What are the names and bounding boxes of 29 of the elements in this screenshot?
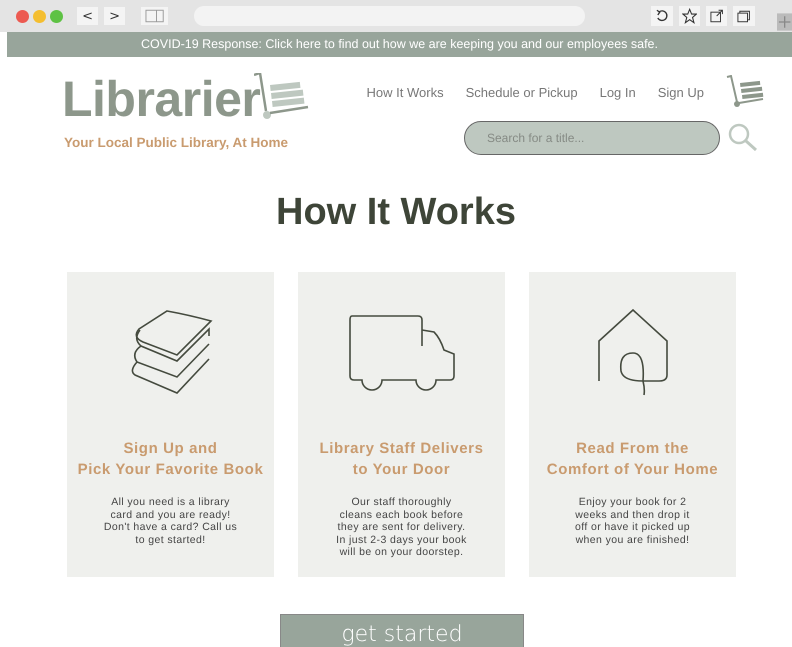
new-tab-icon[interactable] (776, 13, 792, 31)
close-window-icon[interactable] (16, 10, 29, 22)
tabs-icon[interactable] (733, 6, 755, 26)
reload-icon[interactable] (651, 6, 673, 26)
step-title: Read From the Comfort of Your Home (546, 439, 718, 480)
nav-link[interactable]: Sign Up (658, 84, 704, 100)
search-icon[interactable] (728, 123, 758, 153)
step-description: All you need is a library card and you are ready! Don't have a card? Call us to get started! (104, 496, 238, 546)
share-icon[interactable] (706, 6, 728, 26)
sidebar-icon[interactable] (141, 7, 168, 25)
house-icon (596, 308, 668, 398)
tagline: Your Local Public Library, At Home (64, 135, 290, 150)
page-heading: How It Works (275, 190, 517, 234)
step-title: Sign Up and Pick Your Favorite Book (78, 439, 264, 480)
search-field[interactable]: Search for a title... (464, 121, 720, 155)
browser-nav-button[interactable]: > (104, 7, 126, 25)
step-description: Enjoy your book for 2 weeks and then drop it off or have it picked up when you are finished! (574, 496, 690, 546)
nav-link[interactable]: Log In (600, 84, 636, 100)
get-started-button[interactable]: get started (280, 614, 524, 647)
logo-text[interactable]: Librarier (62, 71, 260, 127)
step-title: Library Staff Delivers to Your Door (319, 439, 484, 480)
nav-link[interactable]: Schedule or Pickup (466, 84, 578, 100)
nav-link[interactable]: How It Works (366, 84, 444, 100)
star-icon[interactable] (678, 6, 700, 26)
maximize-window-icon[interactable] (50, 10, 63, 22)
step-description: Our staff thoroughly cleans each book before they are sent for delivery. In just 2-3 days your book will be on your doorstep. (336, 496, 467, 558)
cart-icon[interactable] (726, 75, 764, 109)
browser-nav-button[interactable]: < (77, 7, 98, 25)
announcement-banner[interactable]: COVID-19 Response: Click here to find out how we are keeping you and our employees safe. (7, 32, 792, 57)
